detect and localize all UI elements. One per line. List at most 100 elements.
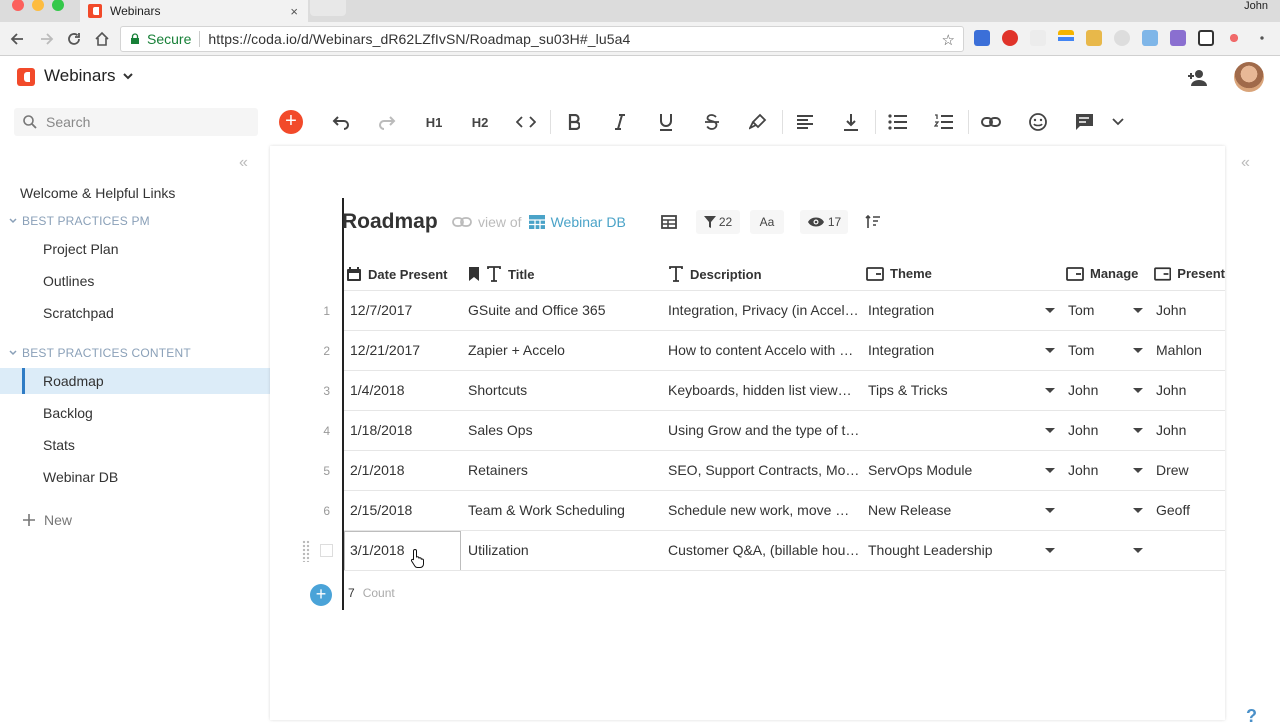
extension-circle-icon[interactable] — [1114, 30, 1130, 46]
extension-flag-icon[interactable] — [1086, 30, 1102, 46]
sidebar-item-roadmap[interactable]: Roadmap — [0, 368, 270, 394]
table-row[interactable]: 1 12/7/2017 GSuite and Office 365 Integr… — [300, 291, 1225, 331]
maximize-window-button[interactable] — [52, 0, 64, 11]
help-icon[interactable]: ? — [1246, 706, 1257, 727]
cell-theme[interactable]: ServOps Module — [868, 462, 1038, 478]
cell-title[interactable]: GSuite and Office 365 — [468, 302, 658, 318]
collapse-panel-icon[interactable]: « — [1241, 154, 1250, 172]
manager-dropdown-icon[interactable] — [1133, 508, 1143, 513]
cell-date[interactable]: 12/21/2017 — [350, 342, 460, 358]
sidebar-item-stats[interactable]: Stats — [0, 432, 270, 458]
more-chevron-down-icon[interactable] — [1105, 110, 1131, 134]
manager-dropdown-icon[interactable] — [1133, 388, 1143, 393]
cell-title[interactable]: Shortcuts — [468, 382, 658, 398]
sidebar-item-welcome[interactable]: Welcome & Helpful Links — [0, 180, 270, 206]
extension-asana-icon[interactable] — [1226, 30, 1242, 46]
column-header-manager[interactable]: Manage — [1066, 266, 1140, 281]
cell-description[interactable]: Customer Q&A, (billable hou… — [668, 542, 858, 558]
extension-pen-icon[interactable] — [1170, 30, 1186, 46]
cell-date[interactable]: 12/7/2017 — [350, 302, 460, 318]
cell-date[interactable]: 2/1/2018 — [350, 462, 460, 478]
manager-dropdown-icon[interactable] — [1133, 308, 1143, 313]
cell-description[interactable]: Integration, Privacy (in Accel… — [668, 302, 858, 318]
italic-icon[interactable] — [607, 110, 633, 134]
align-left-icon[interactable] — [792, 110, 818, 134]
add-row-button[interactable]: + — [310, 584, 332, 606]
align-bottom-icon[interactable] — [838, 110, 864, 134]
cell-manager[interactable]: John — [1068, 462, 1128, 478]
cell-title[interactable]: Zapier + Accelo — [468, 342, 658, 358]
column-header-theme[interactable]: Theme — [866, 266, 932, 281]
cell-theme[interactable]: Integration — [868, 302, 1038, 318]
table-layout-icon[interactable] — [654, 210, 684, 234]
extension-book-icon[interactable] — [1142, 30, 1158, 46]
address-bar[interactable]: Secure https://coda.io/d/Webinars_dR62LZ… — [120, 26, 964, 52]
theme-dropdown-icon[interactable] — [1045, 348, 1055, 353]
row-drag-handle[interactable] — [302, 540, 310, 562]
cell-presenter[interactable]: Mahlon — [1156, 342, 1225, 358]
numbered-list-icon[interactable] — [931, 110, 957, 134]
comment-icon[interactable] — [1071, 110, 1097, 134]
cell-manager[interactable]: Tom — [1068, 302, 1128, 318]
cell-date[interactable]: 3/1/2018 — [350, 542, 460, 558]
theme-dropdown-icon[interactable] — [1045, 468, 1055, 473]
sidebar-item-webinar-db[interactable]: Webinar DB — [0, 464, 270, 490]
sidebar-item-backlog[interactable]: Backlog — [0, 400, 270, 426]
forward-icon[interactable] — [36, 29, 56, 49]
source-table-link[interactable]: Webinar DB — [528, 214, 626, 230]
coda-logo-icon[interactable] — [17, 68, 35, 86]
sidebar-item-outlines[interactable]: Outlines — [0, 268, 270, 294]
cell-title[interactable]: Team & Work Scheduling — [468, 502, 658, 518]
cell-presenter[interactable]: Drew — [1156, 462, 1225, 478]
sort-icon[interactable] — [858, 210, 888, 234]
browser-tab[interactable]: Webinars × — [80, 0, 308, 22]
cell-description[interactable]: How to content Accelo with … — [668, 342, 858, 358]
cell-manager[interactable]: John — [1068, 422, 1128, 438]
search-input[interactable] — [46, 114, 246, 130]
underline-icon[interactable] — [653, 110, 679, 134]
cell-title[interactable]: Utilization — [468, 542, 658, 558]
collapse-sidebar-icon[interactable]: « — [239, 154, 248, 172]
home-icon[interactable] — [92, 29, 112, 49]
cell-theme[interactable]: New Release — [868, 502, 1038, 518]
text-format-button[interactable]: Aa — [750, 210, 784, 234]
sidebar-item-scratchpad[interactable]: Scratchpad — [0, 300, 270, 326]
new-tab-button[interactable] — [310, 0, 346, 16]
undo-icon[interactable] — [328, 110, 354, 134]
new-section-button[interactable]: New — [22, 512, 72, 528]
emoji-icon[interactable] — [1025, 110, 1051, 134]
cell-theme[interactable]: Thought Leadership — [868, 542, 1038, 558]
minimize-window-button[interactable] — [32, 0, 44, 11]
section-best-practices-content[interactable]: BEST PRACTICES CONTENT — [8, 346, 191, 360]
cell-presenter[interactable]: John — [1156, 382, 1225, 398]
row-select-checkbox[interactable] — [320, 544, 333, 557]
insert-plus-button[interactable]: + — [279, 110, 303, 134]
view-of-source[interactable]: view of Webinar DB — [452, 214, 626, 230]
column-header-title[interactable]: Title — [468, 266, 535, 282]
table-row[interactable]: 3/1/2018 Utilization Customer Q&A, (bill… — [300, 531, 1225, 571]
table-row[interactable]: 4 1/18/2018 Sales Ops Using Grow and the… — [300, 411, 1225, 451]
table-row[interactable]: 6 2/15/2018 Team & Work Scheduling Sched… — [300, 491, 1225, 531]
cell-title[interactable]: Retainers — [468, 462, 658, 478]
heading2-button[interactable]: H2 — [467, 110, 493, 134]
cell-date[interactable]: 2/15/2018 — [350, 502, 460, 518]
column-header-presenter[interactable]: Present — [1154, 266, 1225, 281]
sidebar-search[interactable] — [14, 108, 258, 136]
cell-description[interactable]: SEO, Support Contracts, Mo… — [668, 462, 858, 478]
cell-description[interactable]: Keyboards, hidden list view… — [668, 382, 858, 398]
highlighter-icon[interactable] — [745, 110, 771, 134]
extension-bookmark-icon[interactable] — [974, 30, 990, 46]
browser-menu-icon[interactable] — [1254, 30, 1270, 46]
cell-presenter[interactable]: Geoff — [1156, 502, 1225, 518]
bold-icon[interactable] — [561, 110, 587, 134]
cell-description[interactable]: Schedule new work, move … — [668, 502, 858, 518]
manager-dropdown-icon[interactable] — [1133, 548, 1143, 553]
table-row[interactable]: 5 2/1/2018 Retainers SEO, Support Contra… — [300, 451, 1225, 491]
redo-icon[interactable] — [374, 110, 400, 134]
cell-description[interactable]: Using Grow and the type of t… — [668, 422, 858, 438]
bulleted-list-icon[interactable] — [885, 110, 911, 134]
table-title[interactable]: Roadmap — [342, 210, 438, 234]
extension-page-icon[interactable] — [1030, 30, 1046, 46]
cell-presenter[interactable]: John — [1156, 422, 1225, 438]
cell-manager[interactable]: John — [1068, 382, 1128, 398]
